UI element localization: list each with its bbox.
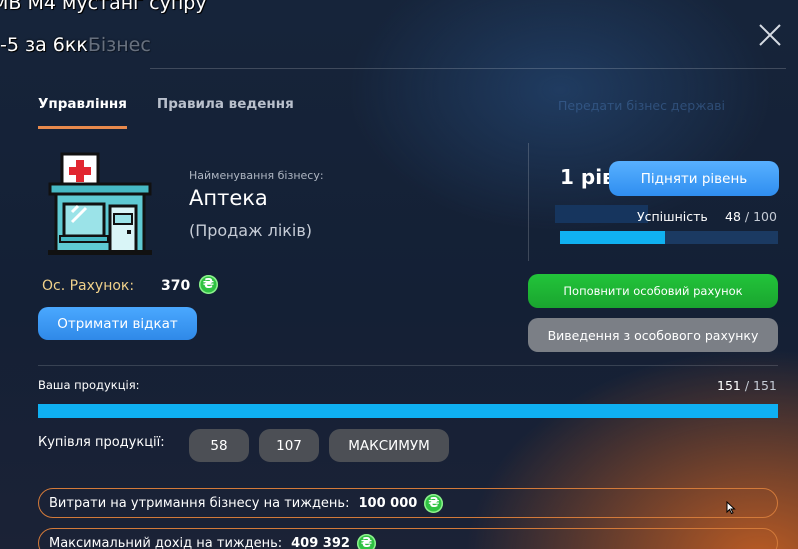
pharmacy-icon	[48, 152, 152, 260]
production-value: 151 / 151	[717, 378, 777, 393]
business-name-label: Найменування бізнесу:	[189, 169, 324, 182]
tab-transfer-business[interactable]: Передати бізнес державі	[558, 98, 725, 113]
production-current: 151	[717, 378, 741, 393]
success-label: Успішність	[637, 209, 708, 224]
weekly-expenses-value: 100 000	[358, 495, 418, 511]
buy-option-button[interactable]: 107	[259, 429, 319, 462]
business-level: 1 рів	[560, 165, 615, 189]
purchase-label: Купівля продукції:	[38, 435, 165, 450]
currency-coin-icon: ₴	[356, 533, 376, 549]
get-kickback-button[interactable]: Отримати відкат	[38, 307, 197, 340]
account-balance: 370	[161, 278, 191, 294]
success-progress-fill	[560, 231, 665, 244]
success-label-backdrop	[555, 205, 648, 223]
weekly-expenses-row: Витрати на утримання бізнесу на тиждень:…	[38, 488, 778, 518]
overlay-chat-text: -5 за 6кк	[0, 34, 88, 56]
vertical-divider	[528, 143, 529, 261]
production-separator: /	[740, 378, 754, 393]
production-progress-bar	[38, 404, 778, 418]
buy-max-button[interactable]: МАКСИМУМ	[329, 429, 449, 462]
raise-level-button[interactable]: Підняти рівень	[609, 161, 779, 196]
production-max: 151	[753, 378, 777, 393]
tab-bar: Управління Правила ведення	[38, 96, 294, 129]
currency-coin-icon: ₴	[199, 275, 218, 294]
close-icon	[759, 24, 781, 46]
header-divider	[150, 68, 786, 69]
production-label: Ваша продукція:	[38, 378, 140, 392]
topup-account-button[interactable]: Поповнити особовий рахунок	[528, 274, 778, 308]
production-progress-fill	[38, 404, 778, 418]
success-current: 48	[725, 209, 741, 224]
currency-coin-icon: ₴	[424, 493, 444, 513]
account-label: Ос. Рахунок:	[42, 278, 135, 294]
tab-rules[interactable]: Правила ведення	[157, 96, 294, 129]
business-type: (Продаж ліків)	[189, 221, 313, 240]
section-divider	[38, 365, 778, 366]
withdraw-account-button[interactable]: Виведення з особового рахунку	[528, 318, 778, 352]
weekly-income-row: Максимальний дохід на тиждень: 409 392 ₴	[38, 528, 778, 549]
success-separator: /	[740, 209, 754, 224]
tab-management[interactable]: Управління	[38, 96, 127, 129]
success-max: 100	[753, 209, 777, 224]
success-value: 48 / 100	[725, 209, 777, 224]
panel-title-partial: Бізнес	[87, 34, 151, 56]
overlay-chat-line: -5 за 6ккБізнес	[0, 34, 151, 56]
close-button[interactable]	[757, 22, 783, 48]
weekly-income-value: 409 392	[291, 535, 350, 549]
weekly-income-label: Максимальний дохід на тиждень:	[49, 535, 283, 549]
buy-option-button[interactable]: 58	[189, 429, 249, 462]
overlay-chat-line: MB M4 мустанг супру	[0, 0, 207, 14]
business-name: Аптека	[189, 186, 268, 210]
weekly-expenses-label: Витрати на утримання бізнесу на тиждень:	[49, 495, 350, 511]
mouse-cursor-icon	[726, 500, 736, 519]
success-progress-bar	[560, 231, 778, 244]
